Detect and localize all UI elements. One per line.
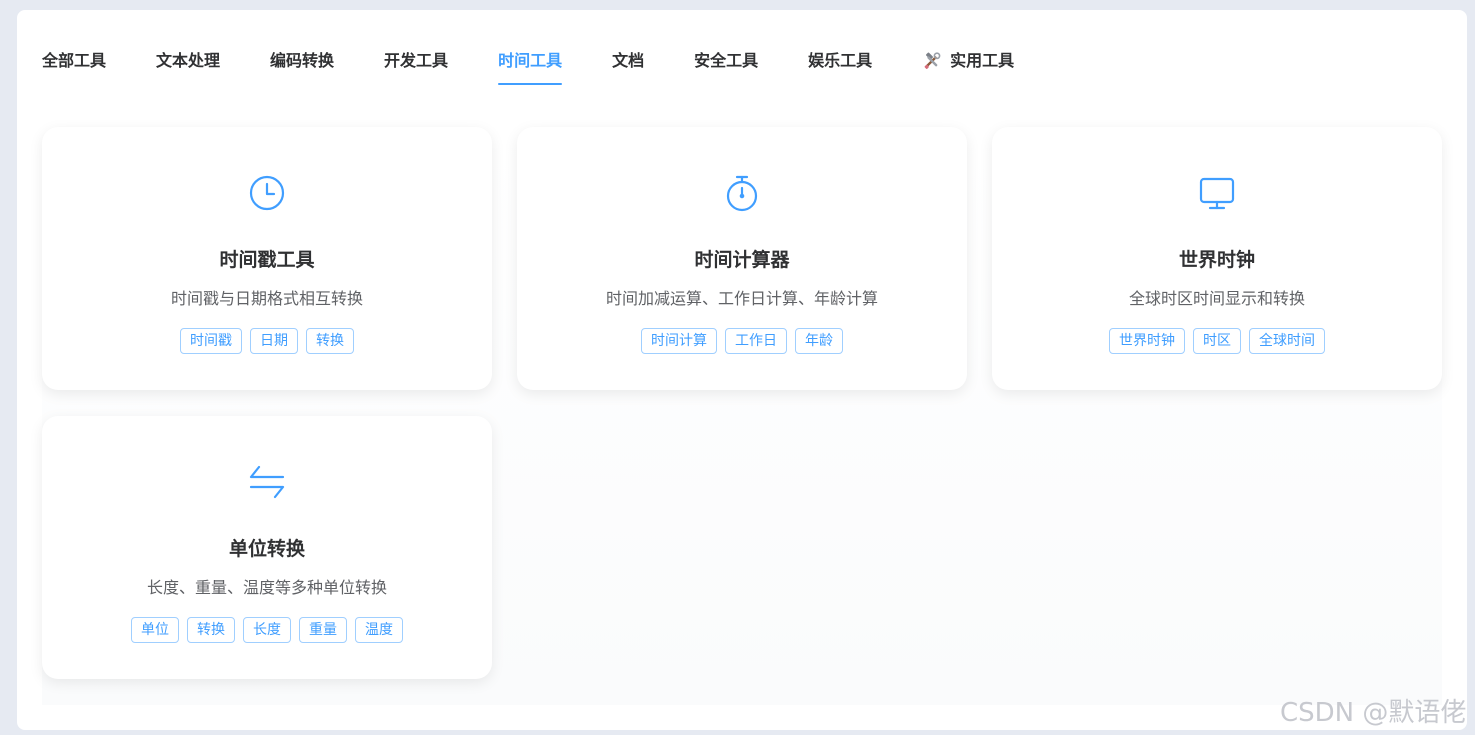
tab-label: 安全工具	[694, 51, 759, 70]
card-title: 时间计算器	[694, 249, 790, 271]
tool-card-unit-converter[interactable]: 单位转换 长度、重量、温度等多种单位转换 单位 转换 长度 重量 温度	[42, 416, 492, 679]
tab-label: 文本处理	[156, 51, 221, 70]
tab-all-tools[interactable]: 全部工具	[42, 46, 106, 76]
tag: 时间戳	[180, 328, 242, 354]
tag: 时区	[1193, 328, 1241, 354]
tool-card-timestamp[interactable]: 时间戳工具 时间戳与日期格式相互转换 时间戳 日期 转换	[42, 127, 492, 390]
tab-entertainment-tools[interactable]: 娱乐工具	[808, 46, 872, 76]
tab-docs[interactable]: 文档	[612, 46, 644, 76]
tag: 长度	[243, 617, 291, 643]
tab-encoding[interactable]: 编码转换	[270, 46, 334, 76]
main-panel: 全部工具 文本处理 编码转换 开发工具 时间工具 文档 安全工具 娱乐工具 实用…	[17, 10, 1467, 730]
tab-label: 时间工具	[498, 51, 563, 70]
card-tags: 单位 转换 长度 重量 温度	[42, 617, 492, 643]
tab-label: 文档	[612, 51, 645, 70]
tool-card-time-calculator[interactable]: 时间计算器 时间加减运算、工作日计算、年龄计算 时间计算 工作日 年龄	[517, 127, 967, 390]
category-tabs: 全部工具 文本处理 编码转换 开发工具 时间工具 文档 安全工具 娱乐工具 实用…	[42, 46, 1064, 96]
card-tags: 时间戳 日期 转换	[42, 328, 492, 354]
watermark: CSDN @默语佬	[1280, 698, 1467, 728]
tab-text-processing[interactable]: 文本处理	[156, 46, 220, 76]
tag: 单位	[131, 617, 179, 643]
tab-label: 开发工具	[384, 51, 449, 70]
monitor-icon	[1197, 173, 1237, 213]
clock-icon	[247, 173, 287, 213]
tab-label: 全部工具	[42, 51, 107, 70]
tag: 工作日	[725, 328, 787, 354]
tab-label: 编码转换	[270, 51, 335, 70]
switch-arrows-icon	[247, 462, 287, 502]
tag: 温度	[355, 617, 403, 643]
hammer-wrench-icon	[922, 51, 942, 71]
tool-card-grid: 时间戳工具 时间戳与日期格式相互转换 时间戳 日期 转换 时间计算器 时间加减运…	[42, 127, 1442, 705]
card-title: 时间戳工具	[219, 249, 315, 271]
tag: 转换	[187, 617, 235, 643]
tab-time-tools[interactable]: 时间工具	[498, 46, 563, 85]
card-title: 单位转换	[228, 538, 305, 560]
card-tags: 世界时钟 时区 全球时间	[992, 328, 1442, 354]
tab-dev-tools[interactable]: 开发工具	[384, 46, 448, 76]
tag: 重量	[299, 617, 347, 643]
tab-label: 实用工具	[950, 51, 1015, 70]
card-description: 长度、重量、温度等多种单位转换	[146, 578, 387, 597]
tab-label: 娱乐工具	[808, 51, 873, 70]
tag: 世界时钟	[1109, 328, 1185, 354]
card-description: 全球时区时间显示和转换	[1128, 289, 1305, 308]
tag: 年龄	[795, 328, 843, 354]
tab-security-tools[interactable]: 安全工具	[694, 46, 758, 76]
tag: 日期	[250, 328, 298, 354]
card-description: 时间戳与日期格式相互转换	[170, 289, 363, 308]
tag: 全球时间	[1249, 328, 1325, 354]
tab-utility-tools[interactable]: 实用工具	[922, 46, 1014, 76]
tool-card-world-clock[interactable]: 世界时钟 全球时区时间显示和转换 世界时钟 时区 全球时间	[992, 127, 1442, 390]
stopwatch-icon	[722, 173, 762, 213]
tag: 时间计算	[641, 328, 717, 354]
card-title: 世界时钟	[1178, 249, 1255, 271]
card-description: 时间加减运算、工作日计算、年龄计算	[605, 289, 878, 308]
tag: 转换	[306, 328, 354, 354]
card-tags: 时间计算 工作日 年龄	[517, 328, 967, 354]
